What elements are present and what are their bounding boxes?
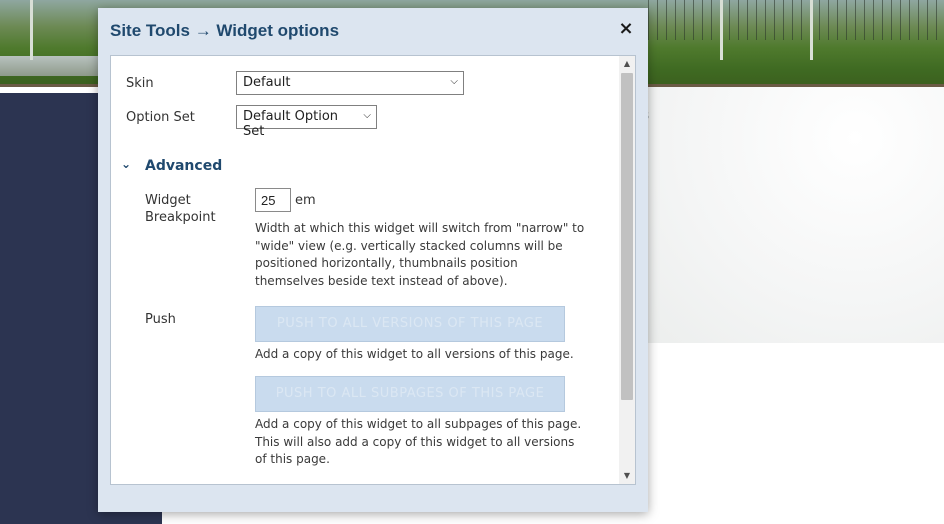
- chevron-down-icon: ⌵: [363, 110, 371, 121]
- skin-select-value: Default: [243, 75, 291, 90]
- push-label: Push: [145, 312, 176, 327]
- breakpoint-help: Width at which this widget will switch f…: [255, 221, 585, 288]
- breakpoint-label-line2: Breakpoint: [145, 210, 216, 225]
- skin-select[interactable]: Default ⌵: [236, 71, 464, 95]
- page-hero: [648, 87, 944, 343]
- option-set-select[interactable]: Default Option Set ⌵: [236, 105, 377, 139]
- scrollbar-thumb[interactable]: [621, 73, 633, 400]
- scroll-down-icon[interactable]: ▼: [619, 468, 635, 484]
- chevron-down-icon: ⌵: [450, 76, 458, 87]
- panel-scrollbar[interactable]: ▲ ▼: [619, 56, 635, 484]
- skin-label: Skin: [126, 76, 154, 91]
- photo-road: [0, 56, 100, 76]
- breakpoint-label-line1: Widget: [145, 193, 191, 208]
- push-all-subpages-button[interactable]: PUSH TO ALL SUBPAGES OF THIS PAGE: [255, 376, 565, 412]
- options-panel: Skin Default ⌵ Option Set Default Option…: [110, 55, 636, 485]
- option-set-select-value: Default Option Set: [243, 109, 339, 139]
- push-all-versions-button[interactable]: PUSH TO ALL VERSIONS OF THIS PAGE: [255, 306, 565, 342]
- breakpoint-unit: em: [295, 193, 316, 208]
- push-subpages-help: Add a copy of this widget to all subpage…: [255, 417, 582, 466]
- push-versions-help: Add a copy of this widget to all version…: [255, 347, 574, 361]
- close-icon: ×: [618, 18, 634, 39]
- close-button[interactable]: ×: [616, 18, 636, 40]
- widget-options-dialog: Site Tools → Widget options × Skin Defau…: [98, 8, 648, 512]
- breakpoint-input[interactable]: [255, 188, 291, 212]
- advanced-toggle[interactable]: Advanced: [145, 158, 222, 174]
- photo-pole: [720, 0, 723, 60]
- dialog-title: Site Tools → Widget options: [110, 21, 340, 40]
- option-set-label: Option Set: [126, 110, 195, 125]
- scroll-up-icon[interactable]: ▲: [619, 56, 635, 72]
- photo-fence: [648, 0, 944, 40]
- breakpoint-label: Widget Breakpoint: [145, 192, 216, 226]
- chevron-down-icon[interactable]: ⌄: [121, 157, 131, 171]
- photo-pole: [30, 0, 33, 60]
- photo-pole: [810, 0, 813, 60]
